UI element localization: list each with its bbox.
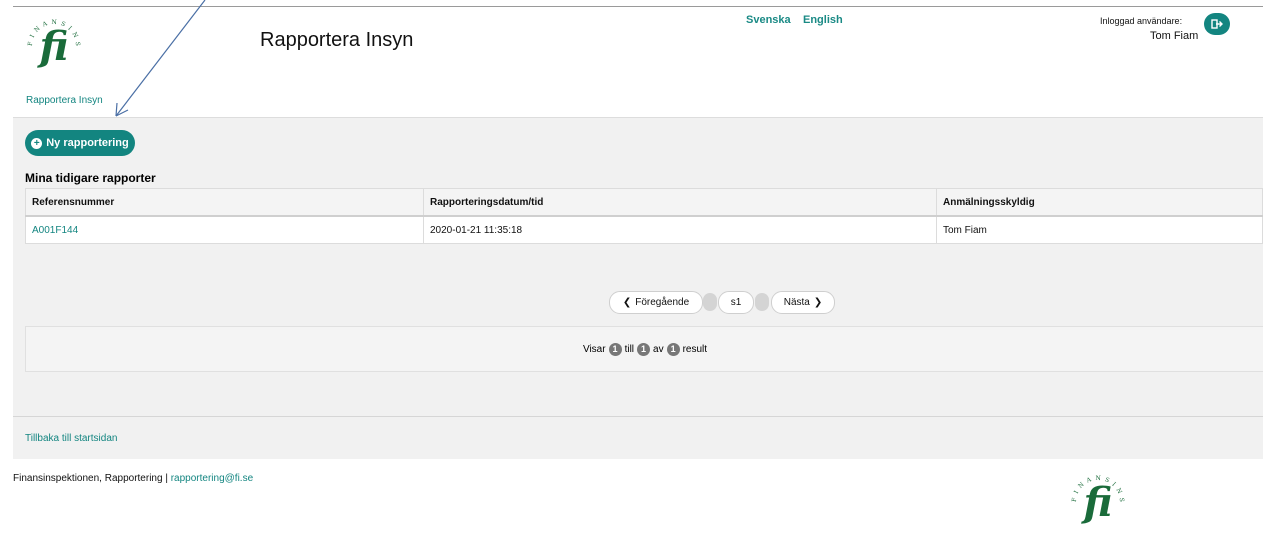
results-summary: Visar 1 till 1 av 1 result: [25, 326, 1263, 372]
table-row: A001F144 2020-01-21 11:35:18 Tom Fiam: [25, 215, 1263, 244]
footer-org: Finansinspektionen, Rapportering: [13, 473, 163, 484]
next-page-label: Nästa: [783, 297, 810, 308]
lang-english[interactable]: English: [803, 14, 843, 26]
prev-page-button[interactable]: ❮ Föregående: [609, 291, 703, 314]
report-date: 2020-01-21 11:35:18: [423, 215, 937, 244]
content-panel: [13, 117, 1263, 459]
fi-logo: fi F I N A N S I N S P E K T I O N E N: [22, 16, 86, 76]
back-to-start-link[interactable]: Tillbaka till startsidan: [25, 433, 117, 444]
summary-av: av: [653, 343, 664, 355]
col-rapporteringsdatum[interactable]: Rapporteringsdatum/tid: [423, 188, 937, 217]
report-person: Tom Fiam: [936, 215, 1263, 244]
top-rule: [13, 6, 1263, 7]
fi-logo-footer: fi F I N A N S I N S P E K T I O N E N: [1066, 470, 1130, 530]
plus-icon: +: [31, 137, 43, 149]
summary-till: till: [624, 343, 635, 355]
logged-in-label: Inloggad användare:: [1100, 16, 1183, 26]
lang-svenska[interactable]: Svenska: [746, 14, 791, 26]
pager-spacer-left: [703, 293, 717, 311]
pager-spacer-right: [755, 293, 769, 311]
summary-result: result: [682, 343, 708, 355]
summary-visar: Visar: [582, 343, 606, 355]
logout-icon: [1211, 19, 1223, 29]
footer: Finansinspektionen, Rapportering | rappo…: [13, 473, 253, 484]
col-anmalningsskyldig[interactable]: Anmälningsskyldig: [936, 188, 1263, 217]
chevron-left-icon: ❮: [622, 297, 632, 308]
new-report-button[interactable]: + Ny rapportering: [25, 130, 135, 156]
page-button-s1[interactable]: s1: [718, 291, 754, 314]
panel-divider: [13, 416, 1263, 417]
breadcrumb-rapportera-insyn[interactable]: Rapportera Insyn: [26, 95, 103, 106]
new-report-label: Ny rapportering: [46, 137, 129, 149]
table-header-row: Referensnummer Rapporteringsdatum/tid An…: [25, 188, 1263, 217]
ref-link[interactable]: A001F144: [32, 225, 78, 236]
logout-button[interactable]: [1204, 13, 1230, 35]
summary-from-badge: 1: [608, 342, 622, 356]
summary-to-badge: 1: [637, 342, 651, 356]
reports-title: Mina tidigare rapporter: [25, 171, 156, 185]
app-title: Rapportera Insyn: [260, 29, 414, 51]
next-page-button[interactable]: Nästa ❯: [771, 291, 835, 314]
logged-in-user: Tom Fiam: [1150, 30, 1199, 42]
chevron-right-icon: ❯: [813, 297, 823, 308]
footer-email-link[interactable]: rapportering@fi.se: [171, 473, 253, 484]
col-referensnummer[interactable]: Referensnummer: [25, 188, 424, 217]
prev-page-label: Föregående: [635, 297, 690, 308]
summary-total-badge: 1: [666, 342, 680, 356]
footer-separator: |: [165, 473, 168, 484]
page-label: s1: [730, 297, 742, 308]
reports-table: Referensnummer Rapporteringsdatum/tid An…: [25, 188, 1263, 244]
